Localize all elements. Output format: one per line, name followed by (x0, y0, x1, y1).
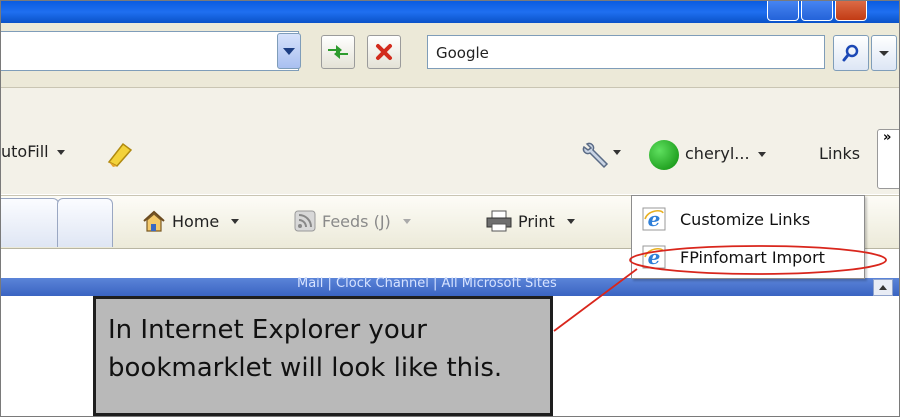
menu-item-label: Customize Links (680, 209, 811, 229)
chevron-down-icon (757, 152, 766, 157)
ie-icon: e (642, 245, 666, 269)
home-button[interactable]: Home (141, 209, 240, 233)
feeds-label: Feeds (J) (322, 211, 391, 231)
status-indicator-icon (649, 140, 679, 170)
address-toolbar: Google (1, 23, 899, 88)
minimize-button[interactable] (767, 1, 799, 21)
print-button[interactable]: Print (485, 209, 575, 233)
highlighter-icon[interactable] (105, 140, 135, 168)
feed-icon (294, 210, 316, 232)
chevron-down-icon (879, 51, 889, 56)
chevron-down-icon (56, 150, 65, 155)
ie-icon: e (642, 207, 666, 231)
chevron-down-icon (402, 218, 411, 224)
chevron-down-icon[interactable] (613, 150, 621, 155)
address-input[interactable] (1, 31, 299, 71)
stop-button[interactable] (367, 35, 401, 69)
chevron-down-icon (566, 218, 575, 224)
feeds-button[interactable]: Feeds (J) (293, 209, 411, 233)
autofill-label: utoFill (1, 142, 49, 161)
callout-box: In Internet Explorer your bookmarklet wi… (93, 296, 553, 416)
autofill-button[interactable]: utoFill (1, 142, 65, 161)
user-menu-button[interactable]: cheryl... (685, 144, 766, 163)
title-bar (1, 1, 899, 23)
username-label: cheryl... (685, 144, 750, 163)
callout-text: In Internet Explorer your bookmarklet wi… (108, 315, 503, 383)
search-button[interactable] (833, 35, 869, 71)
stop-icon (376, 44, 392, 60)
refresh-button[interactable] (321, 35, 355, 69)
home-icon (143, 210, 165, 232)
chevron-up-icon (879, 285, 887, 290)
links-chevron-button[interactable]: » (877, 129, 899, 189)
site-nav-text: Mail | Clock Channel | All Microsoft Sit… (297, 276, 557, 291)
print-label: Print (518, 211, 555, 231)
printer-icon (486, 210, 512, 232)
links-toolbar: utoFill cheryl... Links (1, 88, 899, 194)
magnifier-icon (842, 44, 859, 62)
page-header-strip: Mail | Clock Channel | All Microsoft Sit… (1, 276, 899, 296)
home-label: Home (172, 211, 220, 231)
search-input[interactable]: Google (427, 35, 825, 69)
menu-item-customize-links[interactable]: e Customize Links (642, 204, 810, 234)
address-dropdown-button[interactable] (277, 33, 301, 69)
wrench-icon[interactable] (581, 140, 613, 170)
links-dropdown-menu: e Customize Links e FPinfomart Import (631, 195, 865, 279)
scroll-up-button[interactable] (873, 279, 893, 296)
browser-window: Google utoFill cheryl... Links » Home Fe… (0, 0, 900, 417)
chevron-down-icon (231, 218, 240, 224)
links-label: Links (819, 144, 861, 163)
chevron-down-icon (283, 47, 295, 55)
menu-item-fpinfomart-import[interactable]: e FPinfomart Import (642, 242, 825, 272)
search-options-button[interactable] (871, 35, 897, 71)
browser-tab[interactable] (57, 198, 113, 247)
refresh-icon (328, 45, 348, 59)
close-button[interactable] (835, 1, 867, 21)
browser-tab[interactable] (1, 198, 59, 247)
maximize-button[interactable] (801, 1, 833, 21)
menu-item-label: FPinfomart Import (680, 247, 825, 267)
